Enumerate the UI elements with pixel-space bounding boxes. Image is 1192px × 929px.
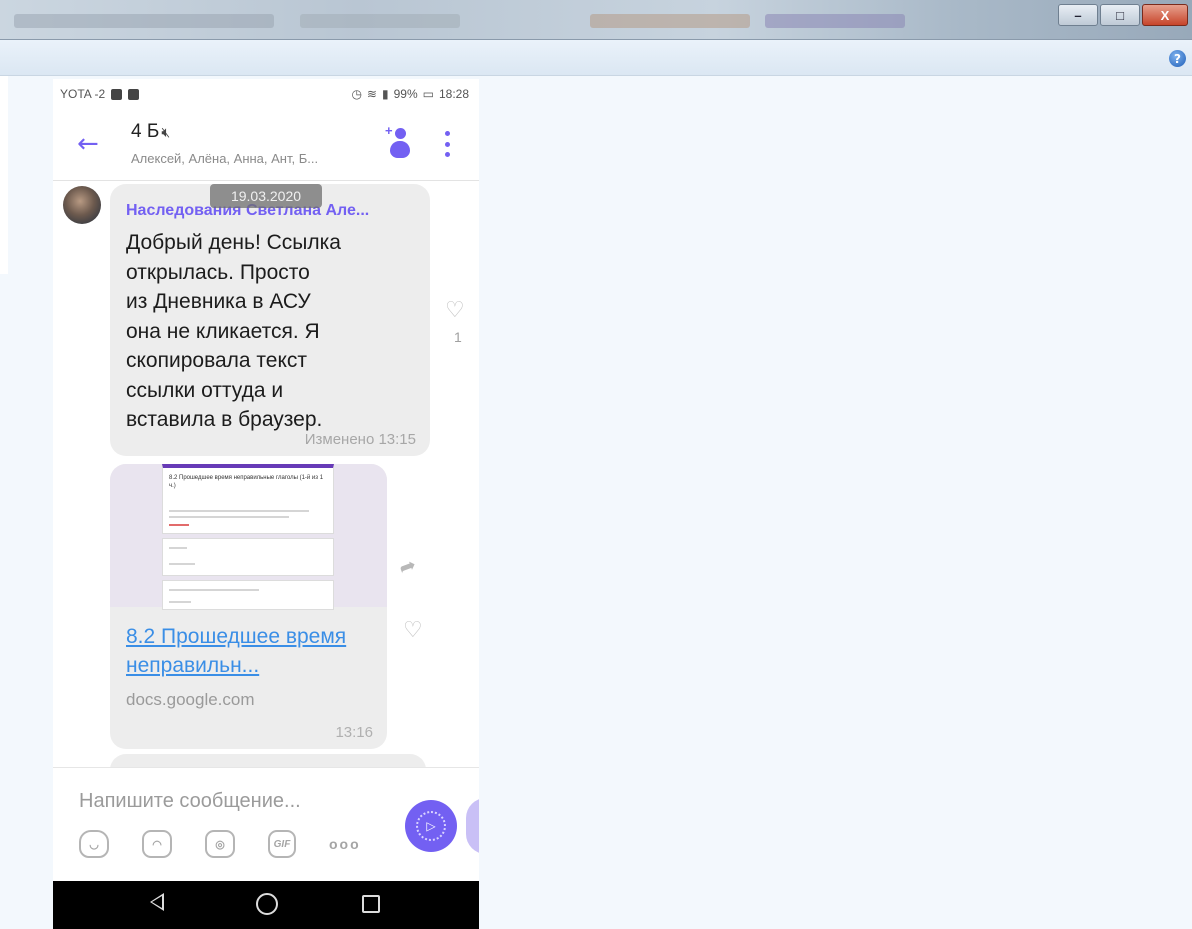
window-controls: – □ X xyxy=(1056,4,1188,26)
preview-form-title: 8.2 Прошедшее время неправильные глаголы… xyxy=(169,475,324,489)
preview-line xyxy=(169,563,195,565)
preview-line xyxy=(169,516,289,518)
preview-line xyxy=(169,524,189,526)
more-options-icon[interactable]: ooo xyxy=(329,830,361,858)
close-button[interactable]: X xyxy=(1142,4,1188,26)
message-list[interactable]: Наследования Светлана Але... Добрый день… xyxy=(53,182,479,767)
wifi-icon: ≋ xyxy=(366,87,377,101)
clock: 18:28 xyxy=(438,87,469,101)
back-arrow-icon[interactable]: ← xyxy=(77,129,99,159)
android-nav-bar xyxy=(53,881,479,929)
link-domain: docs.google.com xyxy=(126,690,255,709)
preview-line xyxy=(169,510,309,512)
link-message-bubble[interactable]: 8.2 Прошедшее время неправильные глаголы… xyxy=(110,464,387,749)
form-preview-card xyxy=(162,538,334,576)
message-status: Изменено 13:15 xyxy=(304,431,416,448)
phone-screen: YOTA -2 ◷ ≋ ▮ 99% ▭ 18:28 ← 4 Б 🔇︎ Алексе… xyxy=(53,79,479,929)
blurred-tab xyxy=(590,14,750,28)
android-status-bar: YOTA -2 ◷ ≋ ▮ 99% ▭ 18:28 xyxy=(53,79,479,109)
nav-recent-icon[interactable] xyxy=(362,895,380,913)
chat-header: ← 4 Б 🔇︎ Алексей, Алёна, Анна, Ант, Б... … xyxy=(53,109,479,181)
add-member-icon[interactable]: + xyxy=(385,123,413,160)
nav-back-icon[interactable] xyxy=(150,893,164,911)
date-separator: 19.03.2020 xyxy=(210,184,322,208)
preview-line xyxy=(169,547,187,549)
help-icon[interactable]: ? xyxy=(1169,50,1186,67)
message-bubble[interactable] xyxy=(110,754,426,767)
message-time: 13:16 xyxy=(335,724,373,741)
blurred-tab xyxy=(300,14,460,28)
battery-icon: ▭ xyxy=(422,87,434,101)
send-button-partial[interactable] xyxy=(466,798,479,854)
image-notification-icon xyxy=(128,88,140,100)
avatar[interactable] xyxy=(63,186,101,224)
preview-line xyxy=(169,601,191,603)
minimize-button[interactable]: – xyxy=(1058,4,1098,26)
link-preview-image[interactable]: 8.2 Прошедшее время неправильные глаголы… xyxy=(110,464,387,610)
message-text: Добрый день! Ссылка открылась. Просто из… xyxy=(126,231,341,431)
notification-icon xyxy=(111,88,123,100)
gif-icon[interactable]: GIF xyxy=(268,830,296,858)
app-toolbar: ? xyxy=(0,40,1192,76)
window-titlebar: – □ X xyxy=(0,0,1192,40)
side-panel-edge xyxy=(0,76,8,274)
heart-icon[interactable]: ♡ xyxy=(445,298,465,323)
camera-icon[interactable]: ◎ xyxy=(205,830,235,858)
battery-percent: 99% xyxy=(393,87,418,101)
gallery-icon[interactable]: ◠ xyxy=(142,830,172,858)
voice-message-button[interactable]: ▷ xyxy=(405,800,457,852)
alarm-icon: ◷ xyxy=(351,87,362,101)
message-composer: Напишите сообщение... ◡ ◠ ◎ GIF ooo ▷ xyxy=(53,767,479,881)
form-preview-card: 8.2 Прошедшее время неправильные глаголы… xyxy=(162,464,334,534)
message-bubble[interactable]: Наследования Светлана Але... Добрый день… xyxy=(110,184,430,456)
form-preview-card xyxy=(162,580,334,610)
share-icon[interactable]: ➦ xyxy=(395,552,419,580)
chat-members[interactable]: Алексей, Алёна, Анна, Ант, Б... xyxy=(131,151,318,166)
composer-toolbar: ◡ ◠ ◎ GIF ooo xyxy=(79,830,361,858)
heart-icon[interactable]: ♡ xyxy=(403,618,423,643)
mute-icon: 🔇︎ xyxy=(161,124,171,140)
message-input[interactable]: Напишите сообщение... xyxy=(79,790,301,813)
play-icon: ▷ xyxy=(416,811,446,841)
link-title[interactable]: 8.2 Прошедшее время неправильн... xyxy=(126,622,376,680)
blurred-tab xyxy=(765,14,905,28)
like-count: 1 xyxy=(454,329,462,345)
more-vertical-icon[interactable] xyxy=(445,131,451,157)
carrier-label: YOTA -2 xyxy=(60,87,106,101)
sticker-icon[interactable]: ◡ xyxy=(79,830,109,858)
maximize-button[interactable]: □ xyxy=(1100,4,1140,26)
preview-line xyxy=(169,589,259,591)
chat-title-text: 4 Б xyxy=(131,121,160,142)
chat-title[interactable]: 4 Б 🔇︎ xyxy=(131,121,170,143)
signal-icon: ▮ xyxy=(381,87,389,101)
nav-home-icon[interactable] xyxy=(256,893,278,915)
blurred-taskbar-tabs xyxy=(14,14,274,28)
